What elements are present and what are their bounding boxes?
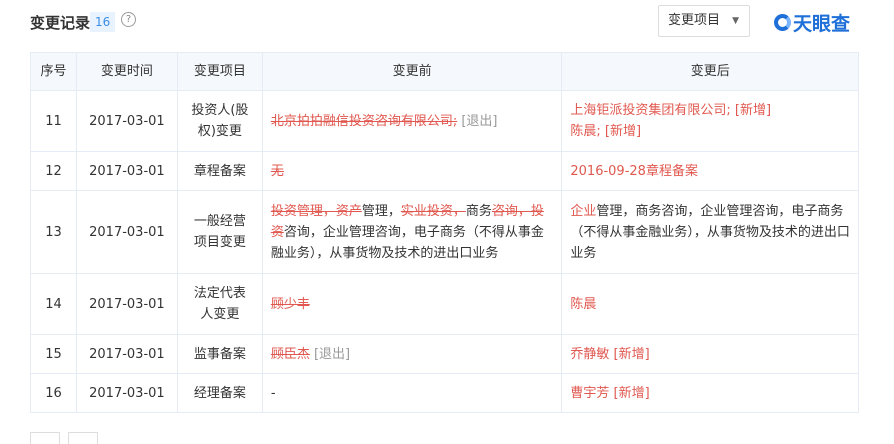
- change-text: 陈晨: [570, 296, 597, 312]
- change-date: 2017-03-01: [75, 151, 178, 191]
- page-title: 变更记录: [30, 14, 91, 32]
- table-row: 12 2017-03-01 章程备案无 2016-09-28章程备案: [30, 151, 859, 191]
- change-date: 2017-03-01: [75, 373, 178, 413]
- col-header-before: 变更前: [261, 52, 563, 91]
- table-header-row: 序号 变更时间 变更项目 变更前 变更后: [30, 52, 859, 91]
- logo-text: 天眼查: [793, 13, 851, 35]
- change-after: 上海钜派投资集团有限公司; [新增] 陈晨; [新增]: [561, 90, 859, 152]
- change-after: 2016-09-28章程备案: [561, 151, 859, 191]
- removed-text: 实业投资，: [400, 203, 466, 219]
- col-header-date: 变更时间: [75, 52, 178, 91]
- removed-text: 北京拍拍融信投资咨询有限公司;: [270, 113, 458, 129]
- change-before: 北京拍拍融信投资咨询有限公司; [退出]: [261, 90, 563, 152]
- col-header-after: 变更后: [561, 52, 859, 91]
- change-text: -: [270, 385, 276, 401]
- col-header-no: 序号: [30, 52, 77, 91]
- change-text: 管理，: [361, 203, 401, 219]
- pagination-button[interactable]: [68, 432, 98, 444]
- change-date: 2017-03-01: [75, 90, 178, 152]
- table-row: 15 2017-03-01 监事备案 顾臣杰 [退出] 乔静敏 [新增]: [30, 334, 859, 374]
- change-before: 无: [261, 151, 563, 191]
- change-text: 企业: [570, 203, 597, 219]
- change-date: 2017-03-01: [75, 190, 178, 274]
- status-tag: [退出]: [309, 346, 351, 362]
- table-row: 16 2017-03-01 经理备案 - 曹宇芳 [新增]: [30, 373, 859, 413]
- row-number: 13: [30, 190, 77, 274]
- removed-text: 投资管理，资产: [270, 203, 362, 219]
- change-text: 上海钜派投资集团有限公司; [新增]: [570, 103, 772, 118]
- change-text: 曹宇芳 [新增]: [570, 385, 650, 401]
- change-item: 投资人(股权)变更: [176, 90, 263, 152]
- change-text: 商务: [465, 203, 492, 219]
- change-records-table: 序号 变更时间 变更项目 变更前 变更后 11 2017-03-01 投资人(股权)…: [30, 52, 859, 413]
- caret-down-icon: ▼: [732, 16, 739, 26]
- table-row: 14 2017-03-01 法定代表人变更 顾少丰 陈晨: [30, 273, 859, 335]
- change-text: 管理，商务咨询，企业管理咨询，电子商务（不得从事金融业务），从事货物及技术的进出…: [570, 203, 850, 261]
- change-text: 乔静敏 [新增]: [570, 346, 650, 362]
- logo-mark-icon: [774, 14, 791, 31]
- col-header-item: 变更项目: [176, 52, 263, 91]
- change-item: 经理备案: [176, 373, 263, 413]
- removed-text: 无: [270, 163, 284, 179]
- change-date: 2017-03-01: [75, 273, 178, 335]
- record-count-badge: 16: [90, 12, 116, 32]
- help-icon[interactable]: ?: [121, 12, 136, 27]
- change-item-filter-dropdown[interactable]: 变更项目 ▼: [658, 5, 750, 37]
- row-number: 14: [30, 273, 77, 335]
- change-item: 法定代表人变更: [176, 273, 263, 335]
- change-item: 一般经营项目变更: [176, 190, 263, 274]
- change-item: 监事备案: [176, 334, 263, 374]
- change-item: 章程备案: [176, 151, 263, 191]
- pagination-button[interactable]: [30, 432, 60, 444]
- row-number: 16: [30, 373, 77, 413]
- change-date: 2017-03-01: [75, 334, 178, 374]
- row-number: 15: [30, 334, 77, 374]
- change-before: 投资管理，资产管理，实业投资，商务咨询，投资咨询，企业管理咨询，电子商务（不得从…: [261, 190, 563, 274]
- change-before: -: [261, 373, 563, 413]
- change-before: 顾臣杰 [退出]: [261, 334, 563, 374]
- change-after: 曹宇芳 [新增]: [561, 373, 859, 413]
- change-text: 陈晨; [新增]: [570, 124, 642, 139]
- filter-label: 变更项目: [668, 13, 721, 28]
- removed-text: 顾臣杰: [270, 346, 310, 362]
- tianyancha-logo: 天眼查: [774, 9, 850, 36]
- row-number: 12: [30, 151, 77, 191]
- status-tag: [退出]: [457, 113, 498, 129]
- change-before: 顾少丰: [261, 273, 563, 335]
- change-after: 企业管理，商务咨询，企业管理咨询，电子商务（不得从事金融业务），从事货物及技术的…: [561, 190, 859, 274]
- change-text: 2016-09-28章程备案: [570, 163, 698, 179]
- removed-text: 顾少丰: [270, 296, 310, 312]
- table-row: 11 2017-03-01 投资人(股权)变更 北京拍拍融信投资咨询有限公司; [退出…: [30, 90, 859, 152]
- change-after: 陈晨: [561, 273, 859, 335]
- change-after: 乔静敏 [新增]: [561, 334, 859, 374]
- table-row: 13 2017-03-01 一般经营项目变更 投资管理，资产管理，实业投资，商务咨询，…: [30, 190, 859, 274]
- row-number: 11: [30, 90, 77, 152]
- change-text: 咨询，企业管理咨询，电子商务（不得从事金融业务），从事货物及技术的进出口业务: [270, 224, 544, 261]
